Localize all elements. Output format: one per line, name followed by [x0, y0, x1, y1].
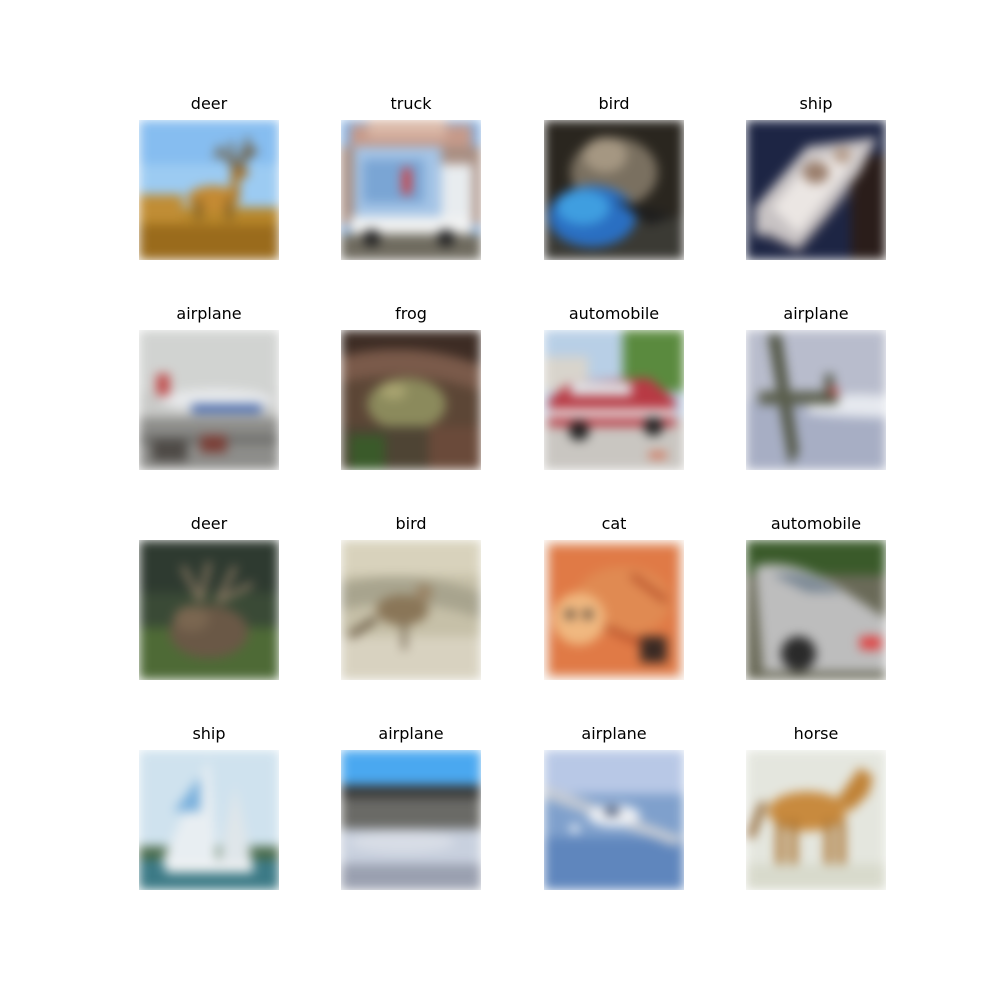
deer-image: [139, 540, 279, 680]
image-tile-cat: cat: [544, 514, 684, 680]
image-title: bird: [598, 94, 630, 113]
image-title: airplane: [176, 304, 242, 323]
image-title: automobile: [568, 304, 660, 323]
image-title: ship: [192, 724, 226, 743]
image-tile-truck: truck: [341, 94, 481, 260]
image-tile-airplane: airplane: [139, 304, 279, 470]
image-tile-airplane: airplane: [544, 724, 684, 890]
image-tile-bird: bird: [544, 94, 684, 260]
bird-image: [341, 540, 481, 680]
image-title: deer: [190, 514, 228, 533]
image-tile-airplane: airplane: [746, 304, 886, 470]
airplane-image: [341, 750, 481, 890]
image-title: frog: [395, 304, 427, 323]
image-title: ship: [799, 94, 833, 113]
image-tile-airplane: airplane: [341, 724, 481, 890]
ship-image: [139, 750, 279, 890]
image-tile-bird: bird: [341, 514, 481, 680]
bird-image: [544, 120, 684, 260]
image-tile-deer: deer: [139, 514, 279, 680]
image-title: airplane: [581, 724, 647, 743]
automobile-image: [544, 330, 684, 470]
image-title: deer: [190, 94, 228, 113]
image-tile-horse: horse: [746, 724, 886, 890]
horse-image: [746, 750, 886, 890]
image-title: airplane: [378, 724, 444, 743]
cat-image: [544, 540, 684, 680]
image-tile-automobile: automobile: [544, 304, 684, 470]
airplane-image: [746, 330, 886, 470]
image-title: truck: [390, 94, 432, 113]
image-tile-deer: deer: [139, 94, 279, 260]
airplane-image: [544, 750, 684, 890]
automobile-image: [746, 540, 886, 680]
deer-image: [139, 120, 279, 260]
image-tile-automobile: automobile: [746, 514, 886, 680]
image-title: cat: [601, 514, 627, 533]
image-title: automobile: [770, 514, 862, 533]
image-title: horse: [793, 724, 839, 743]
ship-image: [746, 120, 886, 260]
truck-image: [341, 120, 481, 260]
frog-image: [341, 330, 481, 470]
airplane-image: [139, 330, 279, 470]
image-tile-ship: ship: [746, 94, 886, 260]
image-title: airplane: [783, 304, 849, 323]
image-tile-ship: ship: [139, 724, 279, 890]
image-tile-frog: frog: [341, 304, 481, 470]
image-title: bird: [395, 514, 427, 533]
